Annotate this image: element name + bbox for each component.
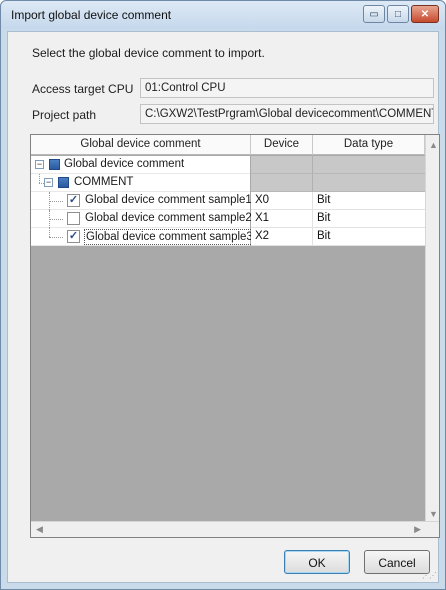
comment-label: Global device comment sample1 [85,194,252,206]
tree-root-label: Global device comment [64,158,185,170]
scroll-arrow-icon[interactable]: ▶ [414,524,421,535]
comment-tree-grid[interactable]: Global device comment Device Data type −… [30,134,440,538]
data-type-cell [313,156,426,174]
expander-icon[interactable]: − [35,160,44,169]
device-cell: X0 [251,192,313,210]
column-header-device[interactable]: Device [251,135,313,155]
checkbox-icon[interactable]: ✓ [67,194,80,207]
column-header-data-type[interactable]: Data type [313,135,425,155]
scroll-arrow-icon[interactable]: ◀ [36,524,43,535]
grid-header: Global device comment Device Data type [31,135,439,155]
expander-icon[interactable]: − [44,178,53,187]
cancel-button[interactable]: Cancel [364,550,430,574]
comment-label: Global device comment sample2 [85,212,252,224]
column-header-comment[interactable]: Global device comment [31,135,251,155]
dialog-body: Select the global device comment to impo… [7,31,440,583]
comment-label: Global device comment sample3 [84,229,255,245]
data-type-cell: Bit [313,210,426,228]
checkbox-icon[interactable] [67,212,80,225]
tree-row-group[interactable]: − COMMENT [31,174,426,192]
tree-group-label: COMMENT [74,176,134,188]
table-row[interactable]: ✓ Global device comment sample1 X0 Bit [31,192,426,210]
resize-grip-icon[interactable]: ⋰⋰ [422,571,437,580]
maximize-icon[interactable]: □ [387,5,409,23]
access-target-field: 01:Control CPU [140,78,434,98]
title-bar[interactable]: Import global device comment ▭ □ ✕ [1,1,445,29]
project-path-field: C:\GXW2\TestPrgram\Global devicecomment\… [140,104,434,124]
instruction-text: Select the global device comment to impo… [32,46,265,60]
tree-row-root[interactable]: − Global device comment [31,156,426,174]
data-type-cell: Bit [313,192,426,210]
access-target-label: Access target CPU [32,82,134,96]
minimize-icon[interactable]: ▭ [363,5,385,23]
import-dialog-window: Import global device comment ▭ □ ✕ Selec… [0,0,446,590]
scroll-arrow-icon[interactable]: ▼ [429,509,438,519]
checkbox-icon[interactable]: ✓ [67,230,80,243]
scroll-arrow-icon[interactable]: ▲ [429,140,438,150]
project-path-label: Project path [32,108,97,122]
device-cell: X2 [251,228,313,246]
horizontal-scrollbar[interactable]: ◀ ▶ [31,521,439,537]
ok-button[interactable]: OK [284,550,350,574]
device-cell [251,174,313,192]
node-icon [58,177,69,188]
table-row[interactable]: ✓ Global device comment sample3 X2 Bit [31,228,426,246]
device-cell: X1 [251,210,313,228]
data-type-cell: Bit [313,228,426,246]
node-icon [49,159,60,170]
close-icon[interactable]: ✕ [411,5,439,23]
data-type-cell [313,174,426,192]
table-row[interactable]: Global device comment sample2 X1 Bit [31,210,426,228]
device-cell [251,156,313,174]
window-title: Import global device comment [11,8,172,22]
vertical-scrollbar[interactable]: ▲ ▼ [425,135,439,521]
